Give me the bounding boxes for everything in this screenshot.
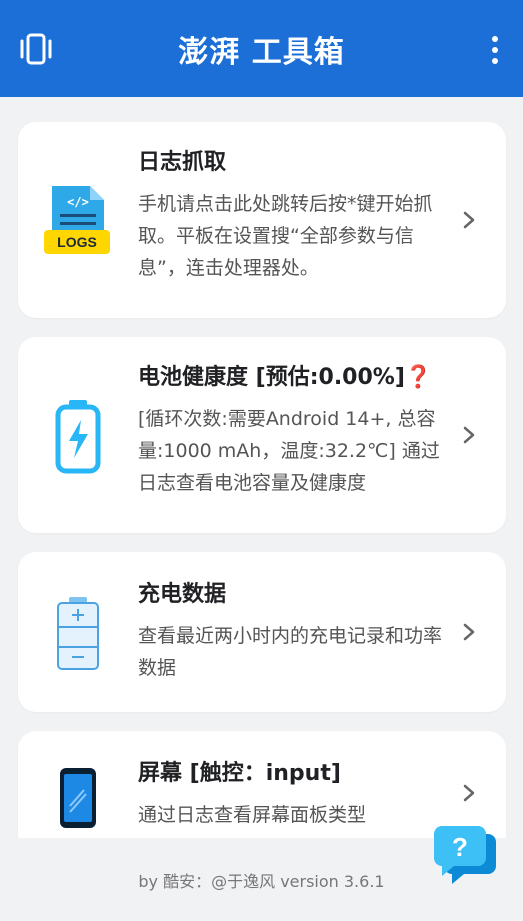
chevron-right-icon (463, 426, 475, 444)
help-chat-icon[interactable]: ? (432, 824, 500, 886)
card-description: 查看最近两小时内的充电记录和功率数据 (138, 625, 443, 679)
phone-screen-icon (44, 759, 112, 837)
card-text: 日志抓取 手机请点击此处跳转后按*键开始抓取。平板在设置搜“全部参数与信息”，连… (138, 148, 450, 284)
logs-icon-label: LOGS (57, 234, 97, 250)
card-description: 通过日志查看屏幕面板类型 (138, 804, 367, 826)
card-description: 手机请点击此处跳转后按*键开始抓取。平板在设置搜“全部参数与信息”，连击处理器处… (138, 193, 433, 279)
battery-plus-minus-icon (44, 594, 112, 672)
card-description: [循环次数:需要Android 14+, 总容量:1000 mAh，温度:32.… (138, 408, 440, 494)
card-title: 日志抓取 (138, 150, 227, 175)
card-title: 电池健康度 [预估:0.00%]❓ (138, 365, 433, 390)
battery-charging-icon (44, 397, 112, 475)
svg-text:</>: </> (67, 195, 89, 209)
app-bar: 澎湃 工具箱 (0, 0, 523, 97)
card-title: 屏幕 [触控：input] (138, 761, 341, 786)
svg-text:?: ? (452, 832, 468, 862)
card-text: 电池健康度 [预估:0.00%]❓ [循环次数:需要Android 14+, 总… (138, 363, 450, 499)
more-options-icon[interactable] (489, 36, 501, 64)
card-title: 充电数据 (138, 582, 227, 607)
logs-file-icon: </> LOGS (44, 182, 112, 260)
chevron-right-icon (463, 623, 475, 641)
card-battery-health[interactable]: 电池健康度 [预估:0.00%]❓ [循环次数:需要Android 14+, 总… (18, 337, 506, 533)
app-title: 澎湃 工具箱 (178, 34, 345, 70)
card-log-capture[interactable]: </> LOGS 日志抓取 手机请点击此处跳转后按*键开始抓取。平板在设置搜“全… (18, 122, 506, 318)
vibrate-icon[interactable] (18, 33, 54, 65)
card-charging-data[interactable]: 充电数据 查看最近两小时内的充电记录和功率数据 (18, 552, 506, 712)
card-text: 充电数据 查看最近两小时内的充电记录和功率数据 (138, 580, 450, 684)
chevron-right-icon (463, 211, 475, 229)
card-text: 屏幕 [触控：input] 通过日志查看屏幕面板类型 (138, 759, 450, 831)
chevron-right-icon (463, 784, 475, 802)
